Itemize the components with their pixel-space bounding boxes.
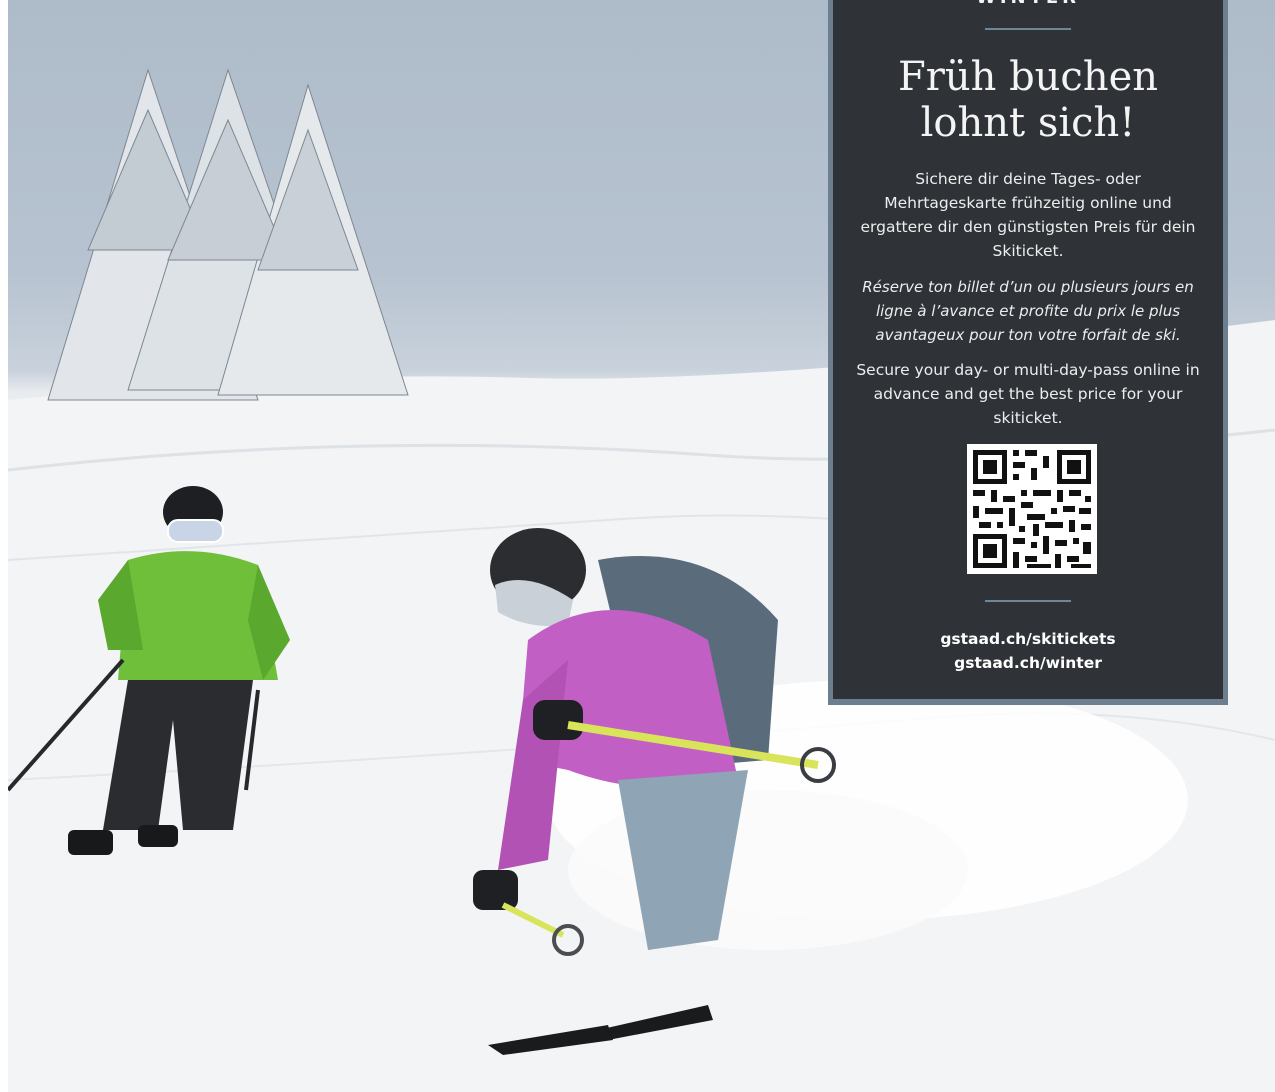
qr-code-icon[interactable]	[967, 444, 1097, 574]
headline: Früh buchen lohnt sich!	[833, 54, 1223, 146]
divider-top	[985, 28, 1071, 30]
link-skitickets[interactable]: gstaad.ch/skitickets	[833, 627, 1223, 651]
text-french: Réserve ton billet d’un ou plusieurs jou…	[862, 278, 1194, 344]
season-label: WINTER	[833, 0, 1223, 8]
link-winter[interactable]: gstaad.ch/winter	[833, 651, 1223, 675]
divider-bottom	[985, 600, 1071, 602]
info-panel: WINTER Früh buchen lohnt sich! Sichere d…	[828, 0, 1228, 705]
ad-page: WINTER Früh buchen lohnt sich! Sichere d…	[0, 0, 1275, 1092]
headline-line-2: lohnt sich!	[920, 100, 1136, 146]
text-german: Sichere dir deine Tages- oder Mehrtagesk…	[860, 170, 1196, 260]
snow-trees	[47, 68, 409, 401]
headline-line-1: Früh buchen	[897, 54, 1159, 100]
text-english: Secure your day- or multi-day-pass onlin…	[856, 361, 1200, 427]
links: gstaad.ch/skitickets gstaad.ch/winter	[833, 627, 1223, 675]
